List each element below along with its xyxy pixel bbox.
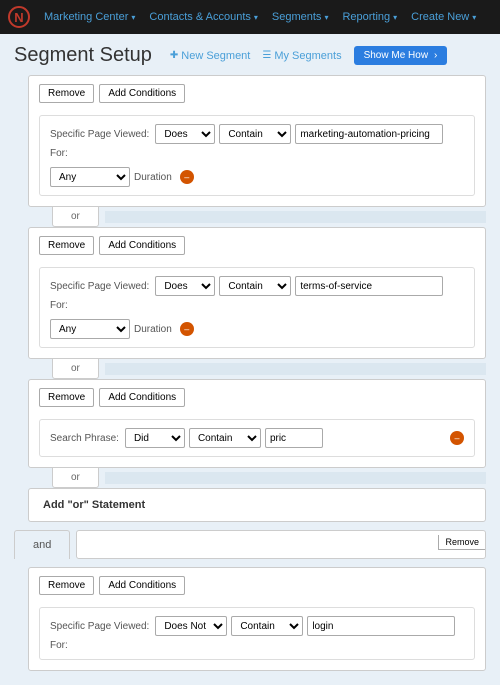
rule-row: Specific Page Viewed: Does Contain For: … (39, 115, 475, 196)
for-label: For: (50, 300, 68, 311)
remove-button[interactable]: Remove (39, 388, 94, 407)
nav-label: Contacts & Accounts (149, 11, 251, 23)
match-select[interactable]: Contain (219, 276, 291, 296)
value-input[interactable] (265, 428, 323, 448)
or-separator: or (28, 359, 486, 379)
brand-logo[interactable]: N (8, 6, 30, 28)
remove-rule-icon[interactable]: – (180, 322, 194, 336)
match-select[interactable]: Contain (219, 124, 291, 144)
separator-fill (105, 363, 486, 375)
or-tab: or (52, 207, 99, 227)
operator-select[interactable]: Does (155, 276, 215, 296)
page-title: Segment Setup (14, 44, 152, 67)
my-segments-link[interactable]: ☰My Segments (262, 50, 341, 62)
remove-rule-icon[interactable]: – (180, 170, 194, 184)
field-label: Specific Page Viewed: (50, 281, 149, 292)
caret-down-icon: ▾ (254, 13, 258, 22)
match-select[interactable]: Contain (231, 616, 303, 636)
or-tab: or (52, 468, 99, 488)
field-label: Search Phrase: (50, 433, 119, 444)
value-input[interactable] (295, 276, 443, 296)
nav-reporting[interactable]: Reporting▾ (342, 11, 397, 23)
field-label: Specific Page Viewed: (50, 129, 149, 140)
new-segment-link[interactable]: ✚New Segment (170, 50, 250, 62)
add-conditions-button[interactable]: Add Conditions (99, 236, 185, 255)
remove-rule-icon[interactable]: – (450, 431, 464, 445)
field-label: Specific Page Viewed: (50, 621, 149, 632)
condition-card: Remove Add Conditions Search Phrase: Did… (28, 379, 486, 468)
condition-card: Remove Add Conditions Specific Page View… (28, 567, 486, 671)
top-navbar: N Marketing Center▾ Contacts & Accounts▾… (0, 0, 500, 34)
duration-label: Duration (134, 324, 172, 335)
segment-builder: Remove Add Conditions Specific Page View… (0, 75, 500, 685)
separator-fill (105, 472, 486, 484)
remove-button[interactable]: Remove (39, 236, 94, 255)
or-separator: or (28, 207, 486, 227)
remove-button[interactable]: Remove (39, 84, 94, 103)
caret-down-icon: ▾ (393, 13, 397, 22)
nav-marketing-center[interactable]: Marketing Center▾ (44, 11, 135, 23)
or-tab: or (52, 359, 99, 379)
timeframe-select[interactable]: Any (50, 167, 130, 187)
list-icon: ☰ (262, 50, 271, 61)
page-header: Segment Setup ✚New Segment ☰My Segments … (0, 34, 500, 75)
add-or-statement-button[interactable]: Add "or" Statement (28, 488, 486, 522)
rule-row: Search Phrase: Did Contain – (39, 419, 475, 457)
and-separator: and Remove (14, 530, 486, 559)
link-label: My Segments (274, 50, 341, 62)
show-me-how-button[interactable]: Show Me How › (354, 46, 448, 65)
add-conditions-button[interactable]: Add Conditions (99, 388, 185, 407)
for-label: For: (50, 640, 68, 651)
or-separator: or (28, 468, 486, 488)
rule-row: Specific Page Viewed: Does Contain For: … (39, 267, 475, 348)
nav-segments[interactable]: Segments▾ (272, 11, 329, 23)
link-label: New Segment (181, 50, 250, 62)
remove-button[interactable]: Remove (39, 576, 94, 595)
add-conditions-button[interactable]: Add Conditions (99, 576, 185, 595)
for-label: For: (50, 148, 68, 159)
and-tab: and (14, 530, 70, 559)
nav-contacts-accounts[interactable]: Contacts & Accounts▾ (149, 11, 258, 23)
caret-down-icon: ▾ (131, 13, 135, 22)
remove-group-button[interactable]: Remove (438, 535, 485, 550)
nav-create-new[interactable]: Create New▾ (411, 11, 476, 23)
condition-card: Remove Add Conditions Specific Page View… (28, 75, 486, 207)
rule-row: Specific Page Viewed: Does Not Contain F… (39, 607, 475, 660)
plus-icon: ✚ (170, 50, 178, 61)
condition-card: Remove Add Conditions Specific Page View… (28, 227, 486, 359)
nav-label: Marketing Center (44, 11, 128, 23)
duration-label: Duration (134, 172, 172, 183)
button-label: Show Me How (364, 50, 428, 61)
and-group-header: Remove (76, 530, 486, 559)
separator-fill (105, 211, 486, 223)
caret-down-icon: ▾ (472, 13, 476, 22)
timeframe-select[interactable]: Any (50, 319, 130, 339)
nav-label: Segments (272, 11, 322, 23)
add-conditions-button[interactable]: Add Conditions (99, 84, 185, 103)
chevron-right-icon: › (434, 50, 437, 61)
value-input[interactable] (295, 124, 443, 144)
nav-label: Create New (411, 11, 469, 23)
operator-select[interactable]: Does Not (155, 616, 227, 636)
operator-select[interactable]: Does (155, 124, 215, 144)
value-input[interactable] (307, 616, 455, 636)
operator-select[interactable]: Did (125, 428, 185, 448)
nav-label: Reporting (342, 11, 390, 23)
caret-down-icon: ▾ (324, 13, 328, 22)
match-select[interactable]: Contain (189, 428, 261, 448)
